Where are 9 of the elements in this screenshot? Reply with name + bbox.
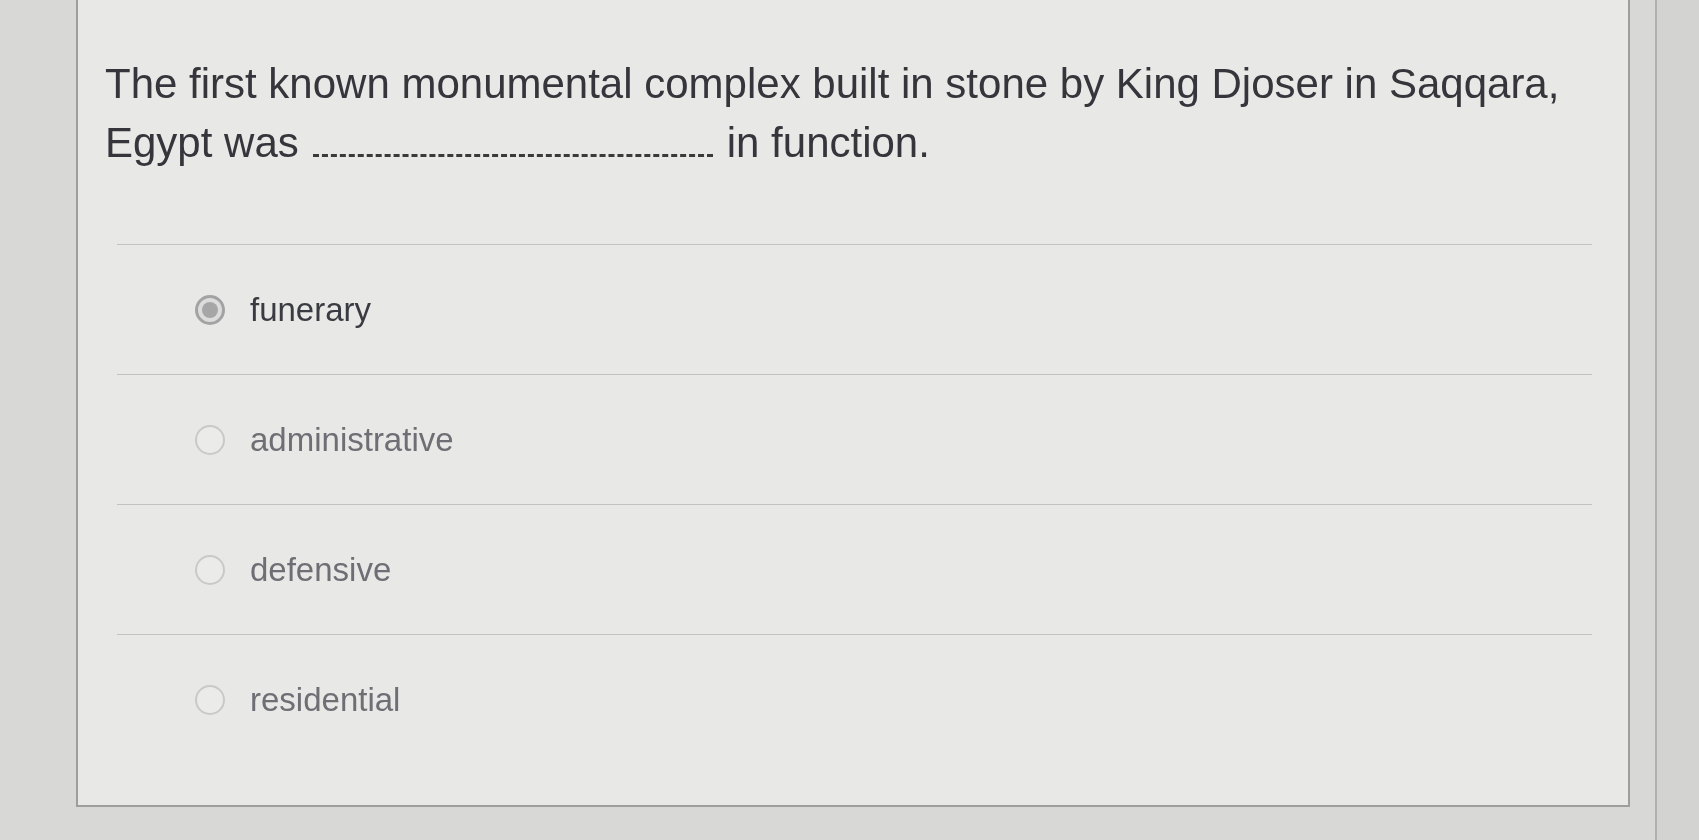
radio-button[interactable] [195, 554, 225, 585]
radio-button[interactable] [195, 294, 225, 325]
option-label[interactable]: residential [250, 675, 401, 725]
question-text: The first known monumental complex built in stone by King Djoser in Saqqara, Egypt was in function. [105, 59, 1561, 168]
option-label[interactable]: administrative [250, 414, 454, 465]
radio-button[interactable] [195, 685, 225, 715]
radio-button[interactable] [195, 424, 225, 455]
option-label[interactable]: funerary [250, 284, 372, 335]
option-label[interactable]: defensive [250, 544, 392, 595]
